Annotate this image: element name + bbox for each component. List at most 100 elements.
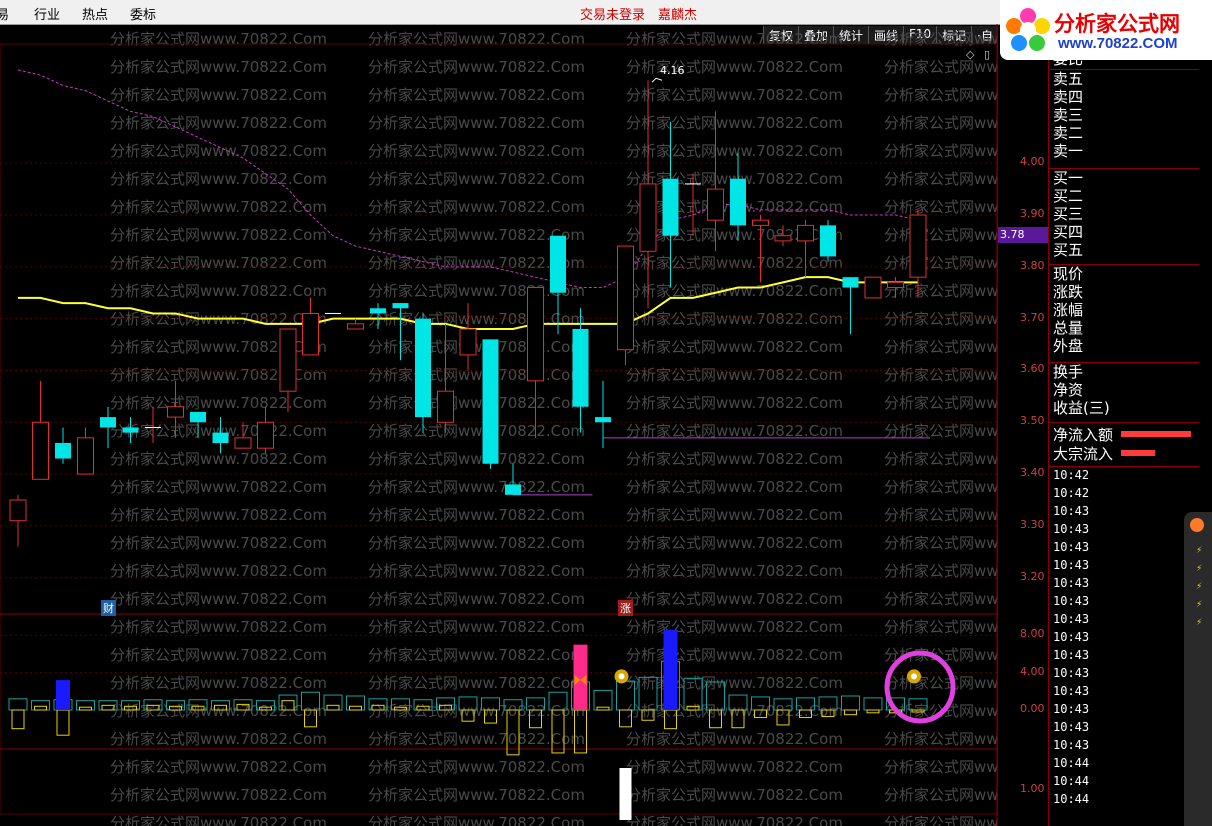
- watermark-text: 分析家公式网www.70822.Com: [626, 422, 843, 440]
- indicator-axis-label: 1.00: [1020, 782, 1045, 795]
- watermark-text: 分析家公式网www.70822.Com: [110, 394, 327, 412]
- candle-body: [212, 432, 229, 443]
- watermark-text: 分析家公式网www.70822.Com: [110, 786, 327, 804]
- indicator-cyan-bar: [841, 695, 860, 711]
- candle: [32, 380, 49, 480]
- candle-body: [505, 484, 521, 495]
- indicator-cyan-bar: [863, 697, 883, 711]
- watermark-text: 分析家公式网www.70822.Com: [626, 534, 843, 552]
- tick-time: 10:43: [1053, 702, 1090, 716]
- tick-time: 10:43: [1053, 630, 1090, 644]
- price-axis-label: 3.30: [1020, 517, 1045, 531]
- watermark-text: 分析家公式网www.70822.Com: [110, 450, 327, 468]
- candle-body: [415, 318, 431, 418]
- watermark-text: 分析家公式网www.70822.Com: [884, 366, 998, 384]
- logo-url: www.70822.COM: [1058, 35, 1178, 52]
- watermark-text: 分析家公式网www.70822.Com: [368, 478, 585, 496]
- site-logo: 分析家公式网 www.70822.COM: [1000, 0, 1212, 60]
- high-marker: [651, 77, 663, 83]
- indicator-axis-label: 0.00: [1020, 702, 1045, 715]
- candle-body: [887, 281, 904, 289]
- candle: [820, 220, 836, 262]
- watermark-text: 分析家公式网www.70822.Com: [884, 58, 998, 76]
- candle-body: [550, 235, 566, 293]
- top-menu-bar: 易 行业 热点 委标 交易未登录 嘉麟杰: [0, 0, 1000, 25]
- watermark-text: 分析家公式网www.70822.Com: [626, 646, 843, 664]
- candle-body: [662, 178, 679, 236]
- tick-time: 10:43: [1053, 684, 1090, 698]
- divider: [1049, 69, 1199, 70]
- indicator-yellow-bar: [326, 704, 340, 711]
- candle-body: [752, 219, 769, 226]
- watermark-text: 分析家公式网www.70822.Com: [368, 758, 585, 776]
- tick-time: 10:43: [1053, 720, 1090, 734]
- watermark-text: 分析家公式网www.70822.Com: [626, 394, 843, 412]
- watermark-text: 分析家公式网www.70822.Com: [110, 506, 327, 524]
- indicator-yellow-bar: [34, 705, 47, 711]
- watermark-text: 分析家公式网www.70822.Com: [884, 170, 998, 188]
- indicator-yellow-bar: [596, 706, 610, 711]
- lightning-icon[interactable]: ⚡: [1196, 600, 1202, 610]
- tick-time: 10:43: [1053, 558, 1090, 572]
- watermark-text: 分析家公式网www.70822.Com: [110, 86, 327, 104]
- candle: [347, 318, 364, 330]
- watermark-text: 分析家公式网www.70822.Com: [626, 338, 843, 356]
- lightning-icon[interactable]: ⚡: [1196, 582, 1202, 592]
- limit-up-badge[interactable]: 涨: [618, 600, 633, 616]
- candle-body: [370, 308, 386, 314]
- candle-body: [639, 183, 657, 252]
- watermark-text: 分析家公式网www.70822.Com: [884, 590, 998, 608]
- candle: [752, 215, 769, 283]
- tick-time: 10:43: [1053, 612, 1090, 626]
- lightning-icon[interactable]: ⚡: [1196, 546, 1202, 556]
- stock-name: 嘉麟杰: [658, 8, 698, 23]
- watermark-text: 分析家公式网www.70822.Com: [626, 86, 843, 104]
- quote-label: 卖二: [1053, 124, 1084, 142]
- candle: [482, 339, 499, 469]
- candle-body: [774, 235, 792, 242]
- watermark-text: 分析家公式网www.70822.Com: [110, 30, 327, 48]
- net-inflow-label: 净流入额: [1053, 426, 1114, 444]
- watermark-text: 分析家公式网www.70822.Com: [884, 786, 998, 804]
- tick-time: 10:43: [1053, 576, 1090, 590]
- watermark-text: 分析家公式网www.70822.Com: [626, 730, 843, 748]
- watermark-text: 分析家公式网www.70822.Com: [110, 114, 327, 132]
- lightning-icon[interactable]: ⚡: [1196, 564, 1202, 574]
- candle: [864, 276, 882, 299]
- lightning-icon[interactable]: ⚡: [1196, 618, 1202, 628]
- watermark-text: 分析家公式网www.70822.Com: [884, 338, 998, 356]
- watermark-text: 分析家公式网www.70822.Com: [110, 562, 327, 580]
- orb-icon[interactable]: [1190, 518, 1204, 532]
- indicator-yellow-bar: [349, 705, 362, 711]
- watermark-text: 分析家公式网www.70822.Com: [110, 814, 327, 826]
- stock-chart[interactable]: 分析家公式网www.70822.Com 分析家公式网www.70822.Com 分析…: [0, 24, 998, 826]
- price-axis-label: 3.40: [1020, 466, 1045, 480]
- tick-time: 10:43: [1053, 504, 1090, 518]
- quote-label: 净资: [1053, 381, 1084, 399]
- quote-label: 收益(三): [1053, 399, 1110, 417]
- menu-item-hotspot[interactable]: 热点: [82, 4, 108, 23]
- watermark-text: 分析家公式网www.70822.Com: [884, 758, 998, 776]
- tick-time: 10:44: [1053, 756, 1090, 770]
- login-status[interactable]: 交易未登录: [580, 4, 645, 23]
- finance-badge[interactable]: 财: [101, 600, 116, 616]
- watermark-text: 分析家公式网www.70822.Com: [368, 114, 585, 132]
- tick-time: 10:44: [1053, 774, 1090, 788]
- quote-label: 卖一: [1053, 142, 1084, 160]
- watermark-text: 分析家公式网www.70822.Com: [368, 646, 585, 664]
- watermark-text: 分析家公式网www.70822.Com: [368, 198, 585, 216]
- watermark-text: 分析家公式网www.70822.Com: [626, 58, 843, 76]
- price-axis-label: 3.50: [1020, 414, 1045, 428]
- price-axis-label: 3.90: [1020, 207, 1045, 220]
- indicator-yellow-bar: [56, 709, 70, 736]
- quote-label: 买三: [1053, 205, 1084, 223]
- watermark-text: 分析家公式网www.70822.Com: [110, 646, 327, 664]
- menu-item-trade[interactable]: 易: [0, 4, 9, 23]
- price-axis-label: 3.80: [1020, 258, 1045, 272]
- candle: [302, 297, 319, 356]
- menu-item-orders[interactable]: 委标: [130, 4, 156, 23]
- side-scroll-widget[interactable]: ⚡ ⚡ ⚡ ⚡ ⚡: [1184, 512, 1212, 826]
- watermark-text: 分析家公式网www.70822.Com: [368, 366, 585, 384]
- menu-item-industry[interactable]: 行业: [34, 4, 60, 23]
- candle-body: [909, 214, 927, 278]
